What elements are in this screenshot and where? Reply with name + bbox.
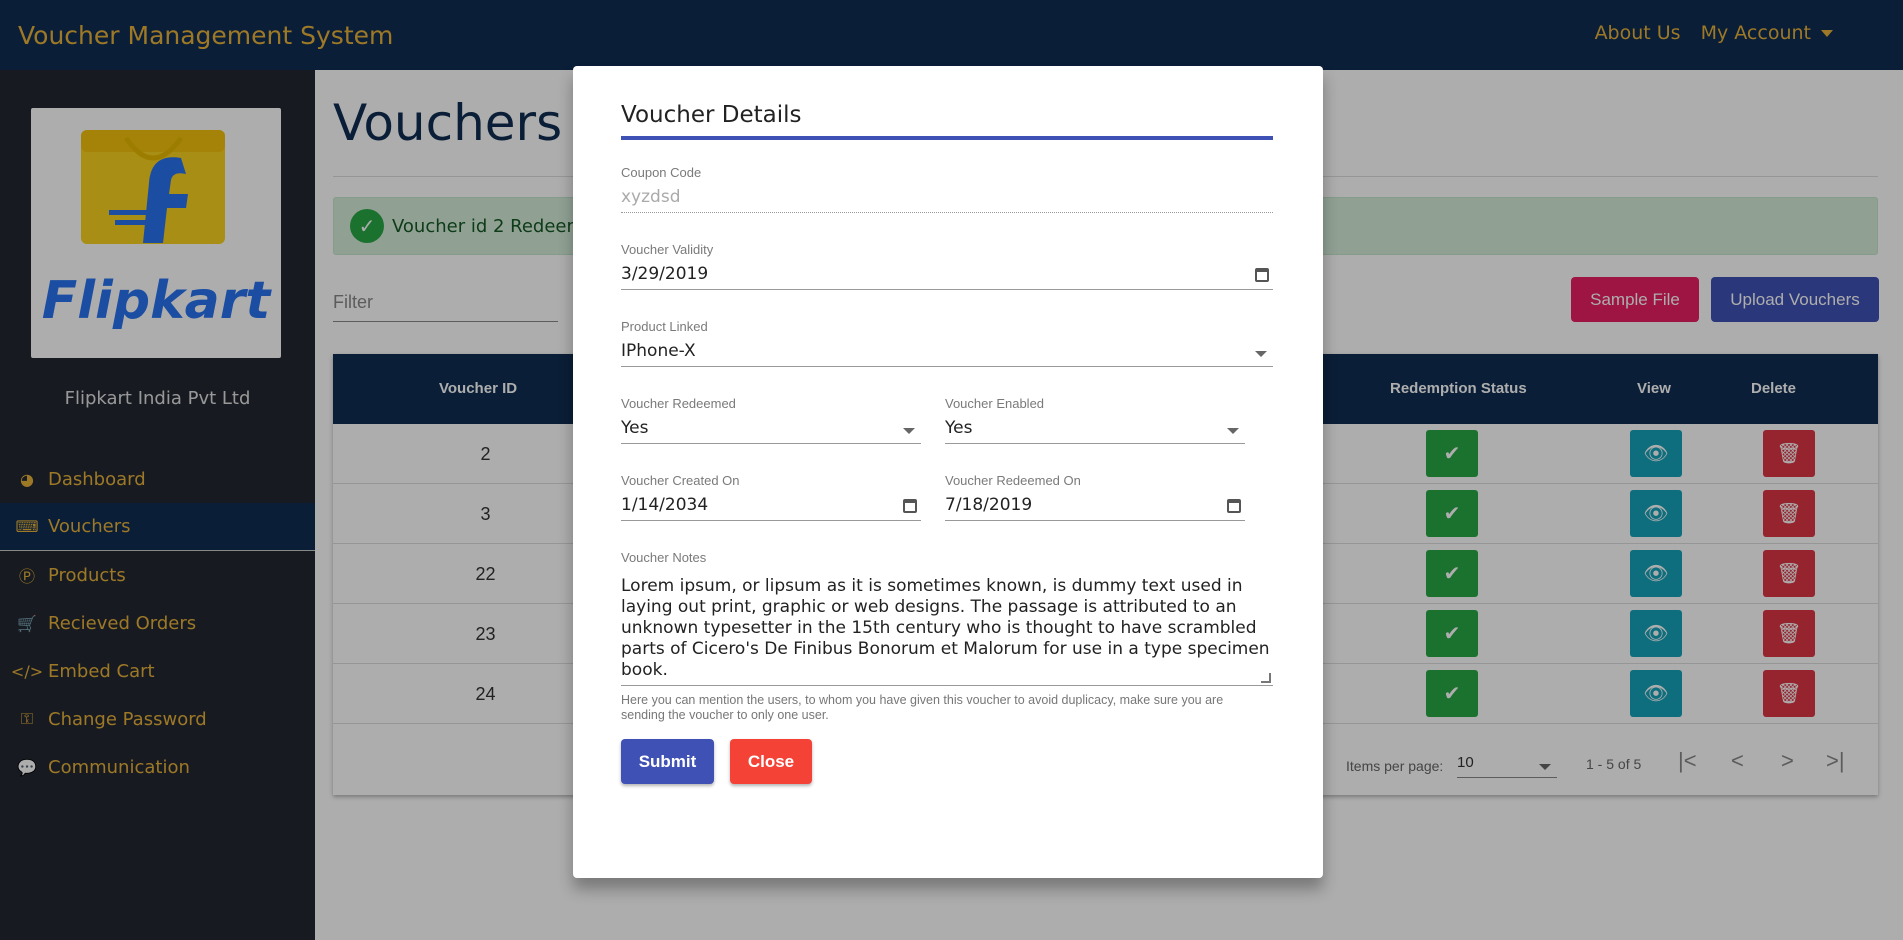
enabled-field: Voucher Enabled Yes xyxy=(945,396,1245,444)
validity-field: Voucher Validity 3/29/2019 xyxy=(621,242,1273,290)
field-label: Voucher Redeemed On xyxy=(945,473,1081,488)
validity-date-value: 3/29/2019 xyxy=(621,264,709,284)
enabled-value: Yes xyxy=(945,418,973,438)
field-label: Voucher Redeemed xyxy=(621,396,736,411)
close-button[interactable]: Close xyxy=(730,739,812,784)
validity-date-input[interactable]: 3/29/2019 xyxy=(621,264,1273,290)
coupon-code-field: Coupon Code xyzdsd xyxy=(621,165,1273,213)
chevron-down-icon xyxy=(903,428,915,434)
redeemed-on-input[interactable]: 7/18/2019 xyxy=(945,495,1245,521)
product-linked-field: Product Linked IPhone-X xyxy=(621,319,1273,367)
submit-button[interactable]: Submit xyxy=(621,739,714,784)
field-label: Voucher Notes xyxy=(621,550,707,565)
notes-field: Voucher Notes Lorem ipsum, or lipsum as … xyxy=(621,550,1273,686)
chevron-down-icon xyxy=(1255,351,1267,357)
redeemed-select[interactable]: Yes xyxy=(621,418,921,444)
field-label: Product Linked xyxy=(621,319,708,334)
title-underline xyxy=(621,136,1273,140)
notes-value: Lorem ipsum, or lipsum as it is sometime… xyxy=(621,576,1270,680)
dialog-title: Voucher Details xyxy=(621,102,802,128)
chevron-down-icon xyxy=(1227,428,1239,434)
notes-textarea[interactable]: Lorem ipsum, or lipsum as it is sometime… xyxy=(621,573,1273,686)
created-on-input[interactable]: 1/14/2034 xyxy=(621,495,921,521)
created-on-field: Voucher Created On 1/14/2034 xyxy=(621,473,921,521)
redeemed-on-value: 7/18/2019 xyxy=(945,495,1033,515)
resize-handle-icon[interactable] xyxy=(1261,673,1271,683)
coupon-code-input[interactable]: xyzdsd xyxy=(621,187,1273,213)
product-select[interactable]: IPhone-X xyxy=(621,341,1273,367)
product-value: IPhone-X xyxy=(621,341,696,361)
calendar-icon[interactable] xyxy=(1227,499,1241,513)
voucher-details-dialog: Voucher Details Coupon Code xyzdsd Vouch… xyxy=(573,66,1323,878)
field-label: Voucher Validity xyxy=(621,242,714,257)
redeemed-on-field: Voucher Redeemed On 7/18/2019 xyxy=(945,473,1245,521)
created-on-value: 1/14/2034 xyxy=(621,495,709,515)
field-label: Voucher Enabled xyxy=(945,396,1045,411)
field-label: Voucher Created On xyxy=(621,473,740,488)
calendar-icon[interactable] xyxy=(903,499,917,513)
calendar-icon[interactable] xyxy=(1255,268,1269,282)
enabled-select[interactable]: Yes xyxy=(945,418,1245,444)
redeemed-value: Yes xyxy=(621,418,649,438)
notes-hint: Here you can mention the users, to whom … xyxy=(621,693,1224,722)
redeemed-field: Voucher Redeemed Yes xyxy=(621,396,921,444)
field-label: Coupon Code xyxy=(621,165,702,180)
